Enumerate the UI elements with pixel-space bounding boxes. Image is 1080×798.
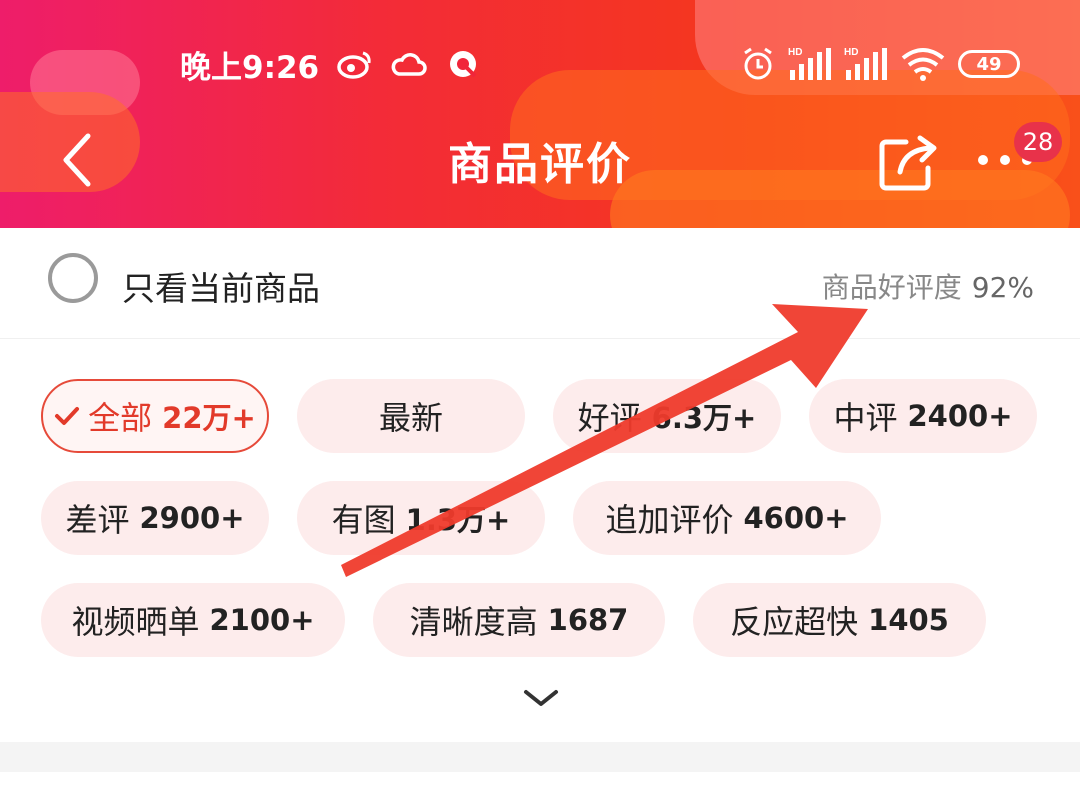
check-icon <box>55 407 80 425</box>
tag-all[interactable]: 全部 22万+ <box>41 379 269 453</box>
tag-count: 2400+ <box>907 399 1013 433</box>
battery-level: 49 <box>976 53 1002 75</box>
signal-hd-icon: HD <box>788 47 831 80</box>
tag-latest[interactable]: 最新 <box>297 379 525 453</box>
only-current-label[interactable]: 只看当前商品 <box>122 262 320 310</box>
only-current-radio[interactable] <box>48 253 98 303</box>
weibo-icon <box>337 51 371 79</box>
section-divider <box>0 742 1080 772</box>
tag-neutral[interactable]: 中评 2400+ <box>809 379 1037 453</box>
tag-count: 1405 <box>868 603 949 637</box>
tag-video-review[interactable]: 视频晒单 2100+ <box>41 583 345 657</box>
tag-negative[interactable]: 差评 2900+ <box>41 481 269 555</box>
tag-label: 视频晒单 <box>71 603 200 641</box>
positive-rating: 商品好评度 92% <box>822 266 1034 306</box>
navbar: 商品评价 28 <box>0 110 1080 210</box>
tag-count: 1687 <box>547 603 629 637</box>
current-product-filter: 只看当前商品 商品好评度 92% <box>0 228 1080 339</box>
tag-label: 好评 <box>577 399 642 437</box>
tag-high-clarity[interactable]: 清晰度高 1687 <box>373 583 665 657</box>
tag-label: 有图 <box>331 501 396 539</box>
svg-text:HD: HD <box>844 47 858 58</box>
tag-count: 2900+ <box>139 501 245 535</box>
tag-count: 22万+ <box>162 401 256 435</box>
cloud-icon <box>391 53 427 76</box>
tag-follow-up[interactable]: 追加评价 4600+ <box>573 481 881 555</box>
tag-count: 2100+ <box>209 603 315 637</box>
tag-count: 1.3万+ <box>405 503 511 537</box>
header: 晚上9:26 HD HD 49 商品评价 28 <box>0 0 1080 228</box>
tag-fast-response[interactable]: 反应超快 1405 <box>693 583 986 657</box>
tag-label: 清晰度高 <box>409 603 538 641</box>
rating-label: 商品好评度 <box>821 271 962 304</box>
status-bar-right: HD HD 49 <box>740 40 1020 88</box>
tag-label: 追加评价 <box>605 501 734 539</box>
tag-label: 全部 <box>88 399 153 437</box>
status-bar-left: 晚上9:26 <box>180 40 481 88</box>
notification-badge: 28 <box>1014 122 1062 162</box>
tag-label: 反应超快 <box>730 603 859 641</box>
svg-text:HD: HD <box>788 47 802 58</box>
tag-count: 6.3万+ <box>651 401 757 435</box>
tag-label: 最新 <box>378 399 443 437</box>
signal-hd-icon: HD <box>844 47 887 80</box>
tag-label: 中评 <box>833 399 898 437</box>
tag-count: 4600+ <box>743 501 849 535</box>
tag-label: 差评 <box>65 501 130 539</box>
wifi-icon <box>901 48 945 81</box>
share-icon[interactable] <box>878 132 940 192</box>
chevron-down-icon[interactable] <box>522 686 560 710</box>
status-time: 晚上9:26 <box>180 49 320 86</box>
q-icon <box>450 51 477 78</box>
battery-indicator: 49 <box>958 50 1020 78</box>
rating-value: 92% <box>971 271 1034 304</box>
tag-with-images[interactable]: 有图 1.3万+ <box>297 481 545 555</box>
alarm-icon <box>744 47 772 80</box>
tag-positive[interactable]: 好评 6.3万+ <box>553 379 781 453</box>
